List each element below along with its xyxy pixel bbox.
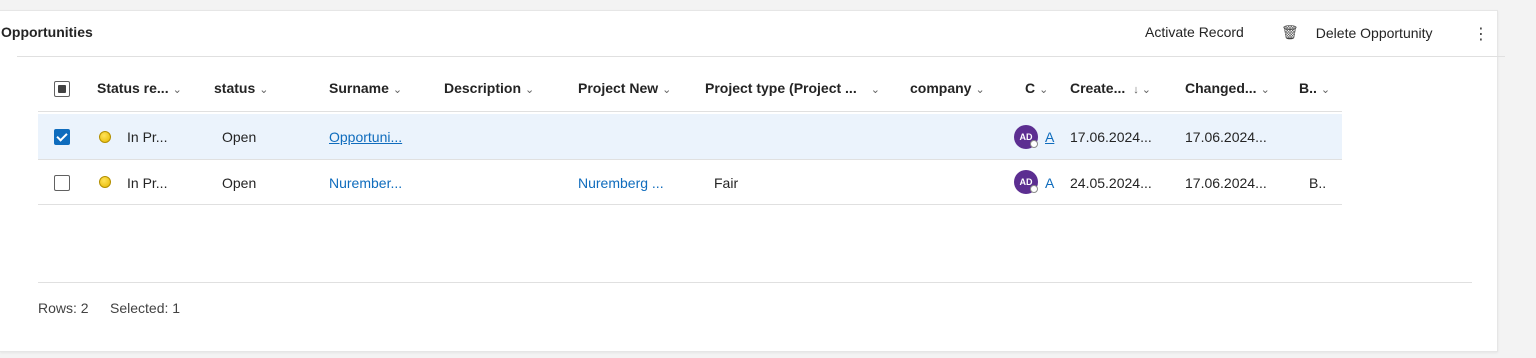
chevron-down-icon: ⌄ — [1320, 84, 1331, 96]
cell-created: 24.05.2024... — [1070, 175, 1152, 191]
header-divider — [38, 111, 1342, 112]
column-header-b[interactable]: B.. ⌄ — [1299, 80, 1330, 96]
row-divider — [38, 204, 1342, 205]
column-label: Description — [444, 80, 522, 96]
cell-status-reason: In Pr... — [127, 129, 168, 145]
grid-title: Opportunities — [1, 24, 93, 40]
column-label: Changed... — [1185, 80, 1257, 96]
delete-opportunity-button[interactable]: 🗑 Delete Opportunity — [1281, 24, 1433, 41]
chevron-down-icon: ⌄ — [662, 84, 672, 96]
chevron-down-icon: ⌄ — [1260, 84, 1270, 96]
chevron-down-icon: ⌄ — [1039, 84, 1049, 96]
select-all-checkbox[interactable] — [54, 81, 70, 97]
cell-status-reason: In Pr... — [127, 175, 168, 191]
cell-changed: 17.06.2024... — [1185, 175, 1267, 191]
column-label: Create... — [1070, 80, 1126, 96]
cell-created: 17.06.2024... — [1070, 129, 1152, 145]
activate-record-label: Activate Record — [1145, 24, 1244, 40]
cell-project-type: Fair — [714, 175, 739, 191]
status-dot-icon — [99, 131, 111, 143]
column-label: Project type (Project ... — [705, 80, 857, 96]
cell-owner-link[interactable]: A — [1045, 129, 1054, 145]
column-label: Status re... — [97, 80, 169, 96]
chevron-down-icon: ⌄ — [975, 84, 985, 96]
row-checkbox[interactable] — [54, 175, 70, 191]
column-header-created[interactable]: Create... ↓ ⌄ — [1070, 80, 1151, 96]
cell-owner-link[interactable]: A — [1045, 175, 1054, 191]
cell-changed: 17.06.2024... — [1185, 129, 1267, 145]
sort-descending-icon: ↓ ⌄ — [1133, 84, 1152, 96]
chevron-down-icon: ⌄ — [259, 84, 269, 96]
column-header-project-new[interactable]: Project New ⌄ — [578, 80, 671, 96]
column-header-changed[interactable]: Changed... ⌄ — [1185, 80, 1270, 96]
row-count: Rows: 2 — [38, 300, 89, 316]
activate-record-button[interactable]: Activate Record — [1145, 24, 1244, 40]
cell-project-new-link[interactable]: Nuremberg ... — [578, 175, 664, 191]
column-label: B.. — [1299, 80, 1317, 96]
status-dot-icon — [99, 176, 111, 188]
chevron-down-icon: ⌄ — [392, 84, 403, 96]
column-header-status-reason[interactable]: Status re... ⌄ — [97, 80, 182, 96]
presence-icon — [1030, 140, 1038, 148]
column-label: company — [910, 80, 972, 96]
cell-status: Open — [222, 175, 257, 191]
chevron-down-icon: ⌄ — [172, 84, 182, 96]
chevron-down-icon: ⌄ — [525, 84, 535, 96]
selected-count: Selected: 1 — [110, 300, 181, 316]
cell-status: Open — [222, 129, 257, 145]
column-header-project-type[interactable]: Project type (Project ... ⌄ — [705, 80, 880, 96]
column-label: C — [1025, 80, 1036, 96]
column-label: status — [214, 80, 256, 96]
toolbar-divider — [17, 56, 1505, 57]
cell-surname-link[interactable]: Opportuni... — [329, 129, 402, 145]
column-header-status[interactable]: status ⌄ — [214, 80, 268, 96]
column-header-company[interactable]: company ⌄ — [910, 80, 985, 96]
chevron-down-icon: ⌄ — [870, 84, 880, 96]
column-label: Surname — [329, 80, 389, 96]
trash-icon: 🗑 — [1281, 24, 1299, 40]
row-checkbox[interactable] — [54, 129, 70, 145]
avatar: AD — [1014, 170, 1038, 194]
column-header-owner[interactable]: C ⌄ — [1025, 80, 1048, 96]
column-label: Project New — [578, 80, 659, 96]
presence-icon — [1030, 185, 1038, 193]
column-header-surname[interactable]: Surname ⌄ — [329, 80, 402, 96]
more-commands-icon[interactable]: ⋮ — [1473, 24, 1489, 44]
footer-divider — [38, 282, 1472, 283]
avatar: AD — [1014, 125, 1038, 149]
cell-b: B.. — [1309, 175, 1327, 191]
cell-surname-link[interactable]: Nurember... — [329, 175, 402, 191]
delete-opportunity-label: Delete Opportunity — [1315, 24, 1433, 41]
column-header-description[interactable]: Description ⌄ — [444, 80, 534, 96]
